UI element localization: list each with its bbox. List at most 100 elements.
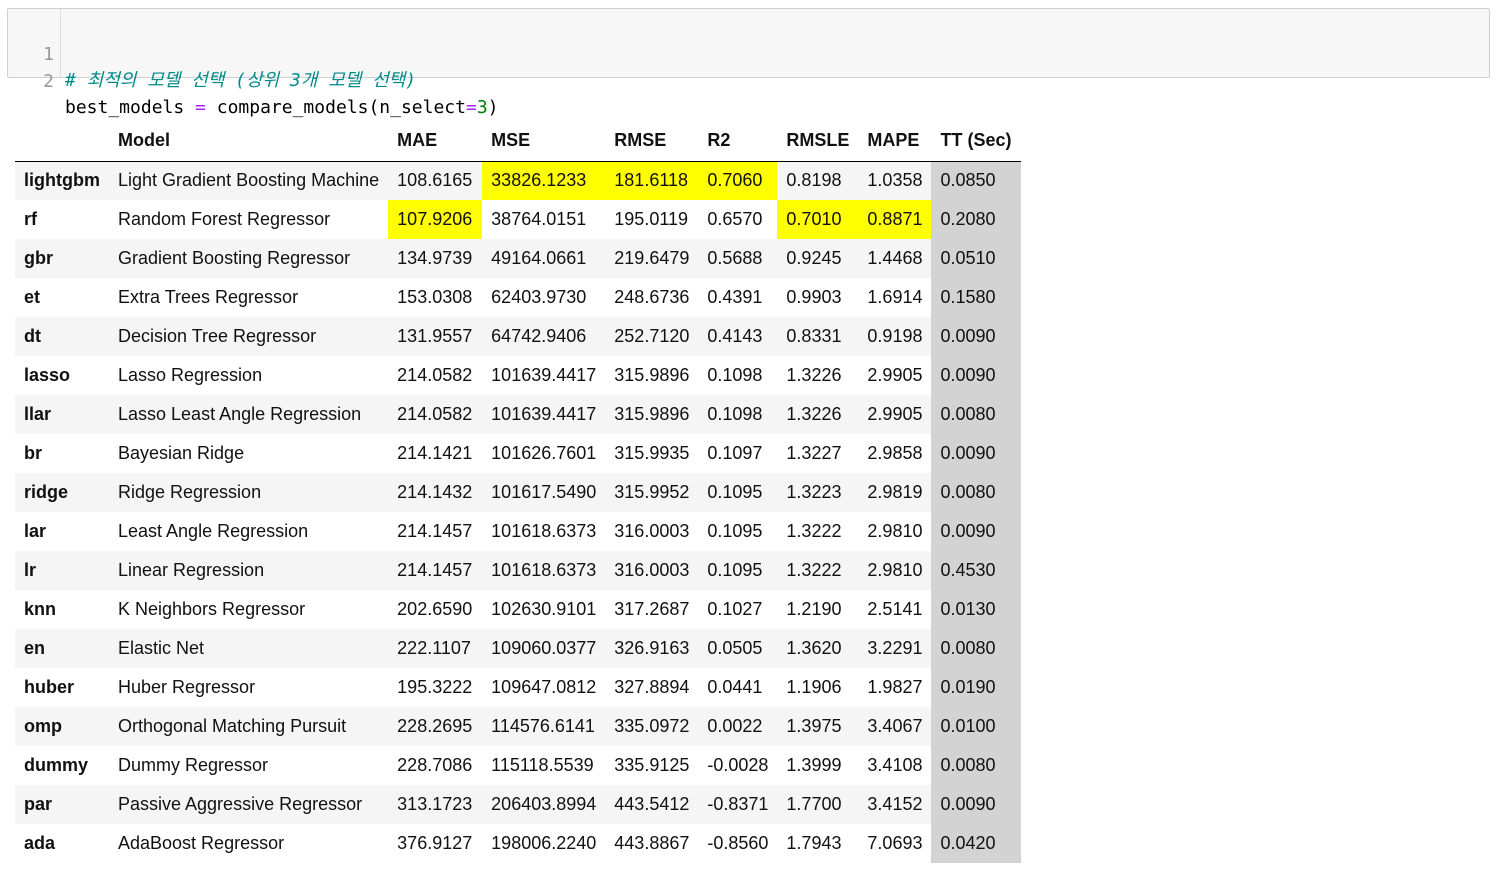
cell-mape: 2.9810 (867, 560, 923, 580)
cell-rmse: 195.0119 (614, 209, 689, 229)
cell-rmse: 443.8867 (614, 833, 690, 853)
table-row: lr Linear Regression 214.1457 101618.6373 31… (15, 551, 1021, 590)
cell-rmse: 443.5412 (614, 794, 690, 814)
cell-r2: 0.4391 (707, 287, 763, 307)
cell-rmsle: 1.3226 (786, 365, 842, 385)
cell-mse: 64742.9406 (491, 326, 587, 346)
cell-tt: 0.0080 (931, 473, 1021, 512)
row-index-label: en (24, 638, 46, 658)
cell-tt: 0.0850 (931, 161, 1021, 200)
cell-rmse: 327.8894 (614, 677, 690, 697)
cell-rmse: 248.6736 (614, 287, 690, 307)
cell-model: K Neighbors Regressor (118, 599, 306, 619)
cell-rmsle: 1.3222 (786, 560, 842, 580)
cell-mae: 214.1457 (397, 560, 473, 580)
cell-tt: 0.0510 (931, 239, 1021, 278)
cell-tt: 0.0080 (931, 395, 1021, 434)
cell-mse: 101639.4417 (491, 404, 597, 424)
table-row: gbr Gradient Boosting Regressor 134.9739 49… (15, 239, 1021, 278)
code-statement: best_models = compare_models(n_select=3) (65, 95, 499, 121)
cell-tt: 0.0100 (931, 707, 1021, 746)
table-row: huber Huber Regressor 195.3222 109647.0812 3… (15, 668, 1021, 707)
cell-mse: 62403.9730 (491, 287, 587, 307)
cell-mape: 2.9905 (867, 404, 923, 424)
cell-tt: 0.2080 (931, 200, 1021, 239)
cell-tt: 0.0420 (931, 824, 1021, 863)
cell-rmsle: 0.8331 (786, 326, 842, 346)
cell-tt: 0.0080 (931, 746, 1021, 785)
table-row: par Passive Aggressive Regressor 313.1723 2… (15, 785, 1021, 824)
row-index-label: ada (24, 833, 56, 853)
cell-model: Light Gradient Boosting Machine (118, 170, 380, 191)
cell-rmse: 335.9125 (614, 755, 690, 775)
row-index-label: br (24, 443, 42, 463)
row-index-label: lr (24, 560, 37, 580)
cell-mse: 115118.5539 (491, 755, 594, 775)
cell-mape: 1.4468 (867, 248, 923, 268)
code-cell-input[interactable]: 1 # 최적의 모델 선택 (상위 3개 모델 선택) 2 best_model… (7, 8, 1490, 118)
cell-r2: -0.8371 (707, 794, 769, 814)
cell-mae: 214.1421 (397, 443, 473, 463)
table-row: dt Decision Tree Regressor 131.9557 64742.9… (15, 317, 1021, 356)
cell-rmse: 315.9952 (614, 482, 690, 502)
row-index-label: gbr (24, 248, 53, 268)
cell-mse: 101639.4417 (491, 365, 597, 385)
cell-mse: 109060.0377 (491, 638, 597, 658)
column-header-mape: MAPE (858, 120, 932, 162)
table-row: lar Least Angle Regression 214.1457 101618.… (15, 512, 1021, 551)
cell-rmsle: 1.3620 (786, 638, 842, 658)
cell-rmse: 315.9896 (614, 404, 690, 424)
cell-mae: 107.9206 (388, 200, 483, 239)
code-line-1: 1 # 최적의 모델 선택 (상위 3개 모델 선택) (8, 16, 416, 91)
code-variable: best_models (65, 97, 185, 118)
cell-mape: 1.6914 (867, 287, 923, 307)
cell-mse: 49164.0661 (491, 248, 587, 268)
row-index-label: knn (24, 599, 57, 619)
cell-mae: 313.1723 (397, 794, 473, 814)
row-index-label: huber (24, 677, 75, 697)
cell-mae: 228.2695 (397, 716, 473, 736)
cell-tt: 0.0090 (931, 512, 1021, 551)
table-row: dummy Dummy Regressor 228.7086 115118.5539 3… (15, 746, 1021, 785)
cell-mape: 2.9858 (867, 443, 923, 463)
table-body: lightgbm Light Gradient Boosting Machine 1… (15, 161, 1021, 863)
cell-mse: 109647.0812 (491, 677, 597, 697)
cell-rmsle: 1.2190 (786, 599, 842, 619)
column-header-rmse: RMSE (605, 120, 699, 162)
cell-mse: 102630.9101 (491, 599, 597, 619)
code-comment: # 최적의 모델 선택 (상위 3개 모델 선택) (65, 70, 417, 91)
cell-r2: 0.1098 (707, 365, 763, 385)
cell-rmse: 181.6118 (605, 161, 699, 200)
cell-mae: 131.9557 (397, 326, 473, 346)
cell-tt: 0.0090 (931, 434, 1021, 473)
code-number-literal: 3 (476, 97, 488, 118)
cell-r2: -0.0028 (707, 755, 769, 775)
column-header-r2: R2 (698, 120, 778, 162)
column-header-mse: MSE (482, 120, 606, 162)
row-index-label: et (24, 287, 41, 307)
table-row: en Elastic Net 222.1107 109060.0377 326.9163… (15, 629, 1021, 668)
cell-r2: 0.1095 (707, 521, 763, 541)
cell-mape: 3.4108 (867, 755, 923, 775)
cell-rmsle: 0.8198 (786, 170, 842, 191)
cell-r2: 0.6570 (707, 209, 763, 229)
cell-rmse: 219.6479 (614, 248, 690, 268)
cell-tt: 0.0190 (931, 668, 1021, 707)
cell-mae: 153.0308 (397, 287, 473, 307)
cell-r2: 0.1027 (707, 599, 763, 619)
cell-mse: 101618.6373 (491, 521, 597, 541)
cell-model: Bayesian Ridge (118, 443, 245, 463)
cell-mape: 0.8871 (858, 200, 932, 239)
cell-r2: 0.4143 (707, 326, 763, 346)
column-header-rmsle: RMSLE (777, 120, 859, 162)
cell-mape: 3.2291 (867, 638, 923, 658)
cell-mse: 198006.2240 (491, 833, 597, 853)
cell-model: Dummy Regressor (118, 755, 269, 775)
cell-model: Elastic Net (118, 638, 205, 658)
cell-mse: 33826.1233 (482, 161, 606, 200)
cell-rmsle: 1.3226 (786, 404, 842, 424)
cell-rmsle: 1.3999 (786, 755, 842, 775)
cell-model: Ridge Regression (118, 482, 262, 502)
cell-mape: 2.9810 (867, 521, 923, 541)
cell-rmsle: 0.9245 (786, 248, 842, 268)
